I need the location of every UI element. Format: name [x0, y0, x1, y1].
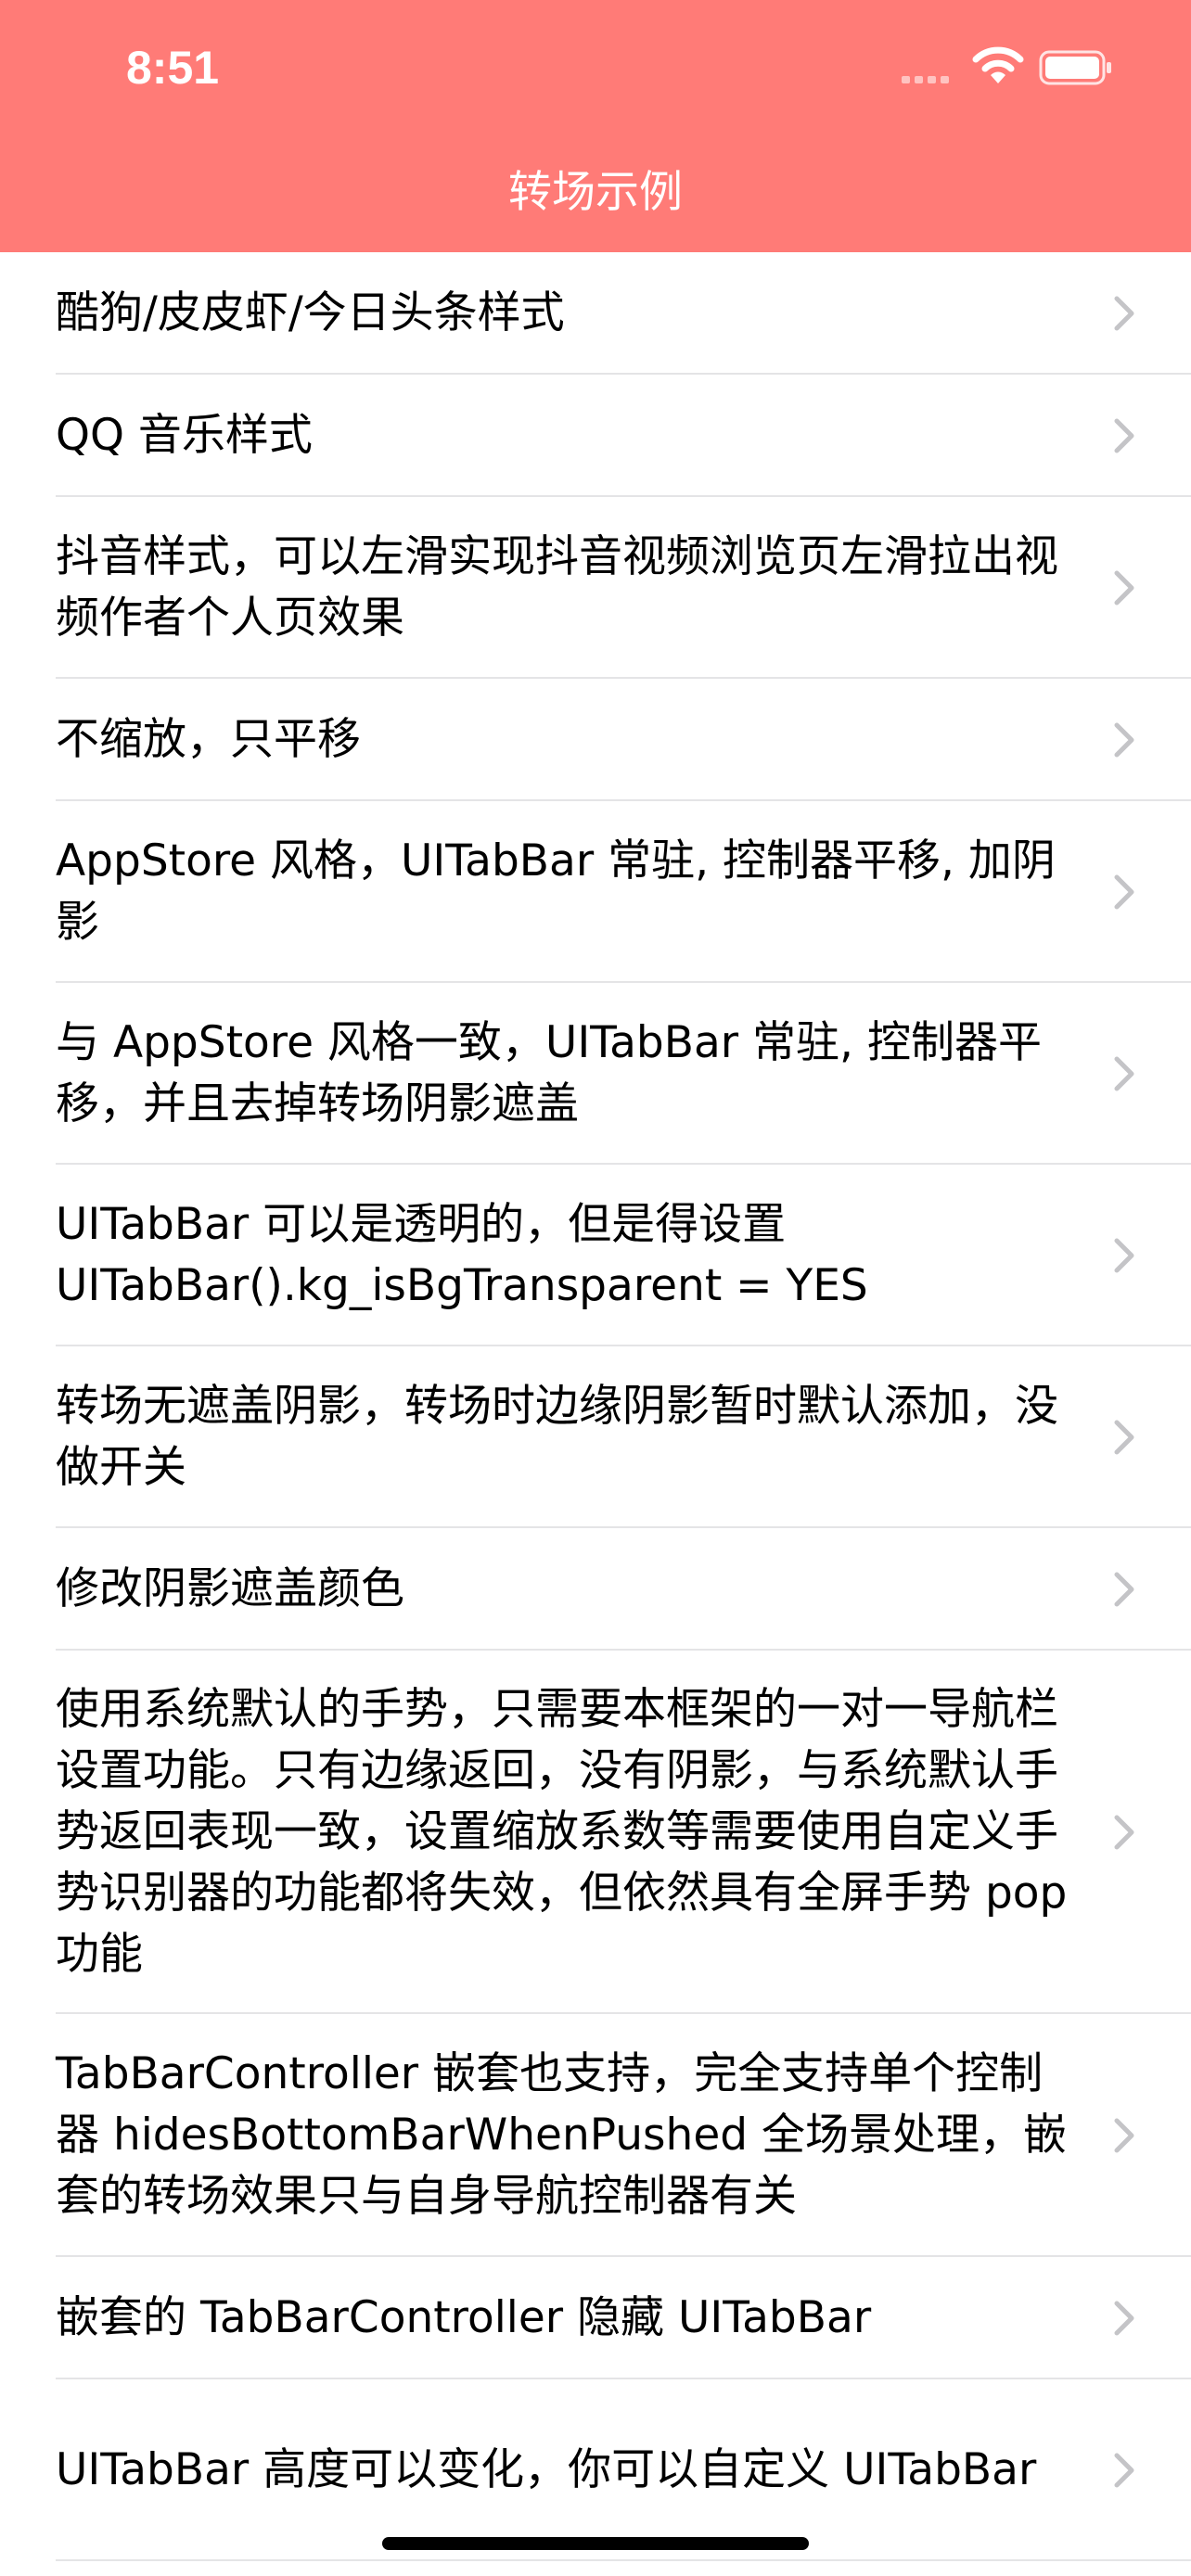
list-item-label: 修改阴影遮盖颜色 — [56, 1563, 404, 1614]
list-item[interactable]: 修改阴影遮盖颜色 — [0, 1528, 1191, 1651]
chevron-right-icon — [1114, 2118, 1134, 2153]
status-bar-time: 8:51 — [126, 42, 220, 94]
list-item-label: 使用系统默认的手势，只需要本框架的一对一导航栏设置功能。只有边缘返回，没有阴影，… — [56, 1684, 1068, 1980]
list-item-label: AppStore 风格，UITabBar 常驻, 控制器平移, 加阴影 — [56, 835, 1056, 948]
page-title: 转场示例 — [508, 167, 683, 218]
chevron-right-icon — [1114, 1238, 1134, 1273]
list-item[interactable]: 转场无遮盖阴影，转场时边缘阴影暂时默认添加，没做开关 — [0, 1346, 1191, 1528]
list-item-label: 酷狗/皮皮虾/今日头条样式 — [56, 287, 565, 338]
list-item-label: 转场无遮盖阴影，转场时边缘阴影暂时默认添加，没做开关 — [56, 1381, 1058, 1493]
list-item-label: UITabBar 高度可以变化，你可以自定义 UITabBar — [56, 2444, 1037, 2495]
list-item[interactable]: AppStore 风格，UITabBar 常驻, 控制器平移, 加阴影 — [0, 801, 1191, 983]
wifi-icon — [972, 46, 1024, 83]
chevron-right-icon — [1114, 296, 1134, 331]
row-separator — [56, 2559, 1191, 2561]
list-item-label: QQ 音乐样式 — [56, 410, 313, 461]
chevron-right-icon — [1114, 874, 1134, 910]
battery-icon — [1039, 50, 1111, 85]
navigation-header: 8:51 转场示例 — [0, 0, 1191, 252]
list-item[interactable]: 抖音样式，可以左滑实现抖音视频浏览页左滑拉出视频作者个人页效果 — [0, 497, 1191, 679]
chevron-right-icon — [1114, 1420, 1134, 1455]
signal-icon — [902, 74, 957, 83]
list-item[interactable]: UITabBar 高度可以变化，你可以自定义 UITabBar — [0, 2379, 1191, 2561]
chevron-right-icon — [1114, 570, 1134, 606]
list-item[interactable]: 酷狗/皮皮虾/今日头条样式 — [0, 252, 1191, 375]
list-item[interactable]: QQ 音乐样式 — [0, 375, 1191, 497]
chevron-right-icon — [1114, 1815, 1134, 1850]
list-item-label: 抖音样式，可以左滑实现抖音视频浏览页左滑拉出视频作者个人页效果 — [56, 531, 1058, 644]
list-item-label: 不缩放，只平移 — [56, 714, 361, 765]
chevron-right-icon — [1114, 2301, 1134, 2336]
list-item[interactable]: TabBarController 嵌套也支持，完全支持单个控制器 hidesBo… — [0, 2014, 1191, 2257]
list-item[interactable]: 使用系统默认的手势，只需要本框架的一对一导航栏设置功能。只有边缘返回，没有阴影，… — [0, 1651, 1191, 2014]
chevron-right-icon — [1114, 2453, 1134, 2488]
list-item-label: UITabBar 可以是透明的，但是得设置 UITabBar().kg_isBg… — [56, 1199, 868, 1311]
chevron-right-icon — [1114, 1056, 1134, 1091]
list-item[interactable]: 嵌套的 TabBarController 隐藏 UITabBar — [0, 2257, 1191, 2379]
chevron-right-icon — [1114, 722, 1134, 758]
home-indicator[interactable] — [382, 2537, 809, 2550]
list-item[interactable]: 不缩放，只平移 — [0, 679, 1191, 801]
chevron-right-icon — [1114, 418, 1134, 453]
list-item[interactable]: 与 AppStore 风格一致，UITabBar 常驻, 控制器平移，并且去掉转… — [0, 983, 1191, 1165]
chevron-right-icon — [1114, 1572, 1134, 1607]
transition-examples-list: 酷狗/皮皮虾/今日头条样式 QQ 音乐样式 抖音样式，可以左滑实现抖音视频浏览页… — [0, 252, 1191, 2561]
list-item[interactable]: UITabBar 可以是透明的，但是得设置 UITabBar().kg_isBg… — [0, 1165, 1191, 1346]
list-item-label: TabBarController 嵌套也支持，完全支持单个控制器 hidesBo… — [56, 2048, 1068, 2222]
list-item-label: 嵌套的 TabBarController 隐藏 UITabBar — [56, 2292, 872, 2343]
list-item-label: 与 AppStore 风格一致，UITabBar 常驻, 控制器平移，并且去掉转… — [56, 1017, 1042, 1129]
